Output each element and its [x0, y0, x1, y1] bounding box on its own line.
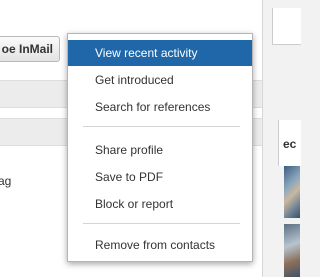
profile-actions-dropdown: View recent activity Get introduced Sear… [67, 33, 253, 262]
menu-item-block-or-report[interactable]: Block or report [68, 191, 252, 217]
send-inmail-button[interactable]: oe InMail [0, 36, 60, 62]
sidebar-card [272, 8, 301, 45]
menu-divider [83, 126, 240, 127]
menu-divider [83, 223, 240, 224]
menu-item-search-for-references[interactable]: Search for references [68, 94, 252, 120]
sidebar-heading: ec [283, 137, 297, 151]
menu-item-remove-from-contacts[interactable]: Remove from contacts [68, 232, 252, 258]
menu-item-view-recent-activity[interactable]: View recent activity [68, 40, 252, 66]
profile-photo[interactable] [284, 224, 300, 277]
profile-snippet-text: ag [0, 174, 12, 188]
menu-item-share-profile[interactable]: Share profile [68, 137, 252, 163]
menu-item-get-introduced[interactable]: Get introduced [68, 67, 252, 93]
menu-item-save-to-pdf[interactable]: Save to PDF [68, 164, 252, 190]
profile-photo[interactable] [284, 166, 300, 218]
